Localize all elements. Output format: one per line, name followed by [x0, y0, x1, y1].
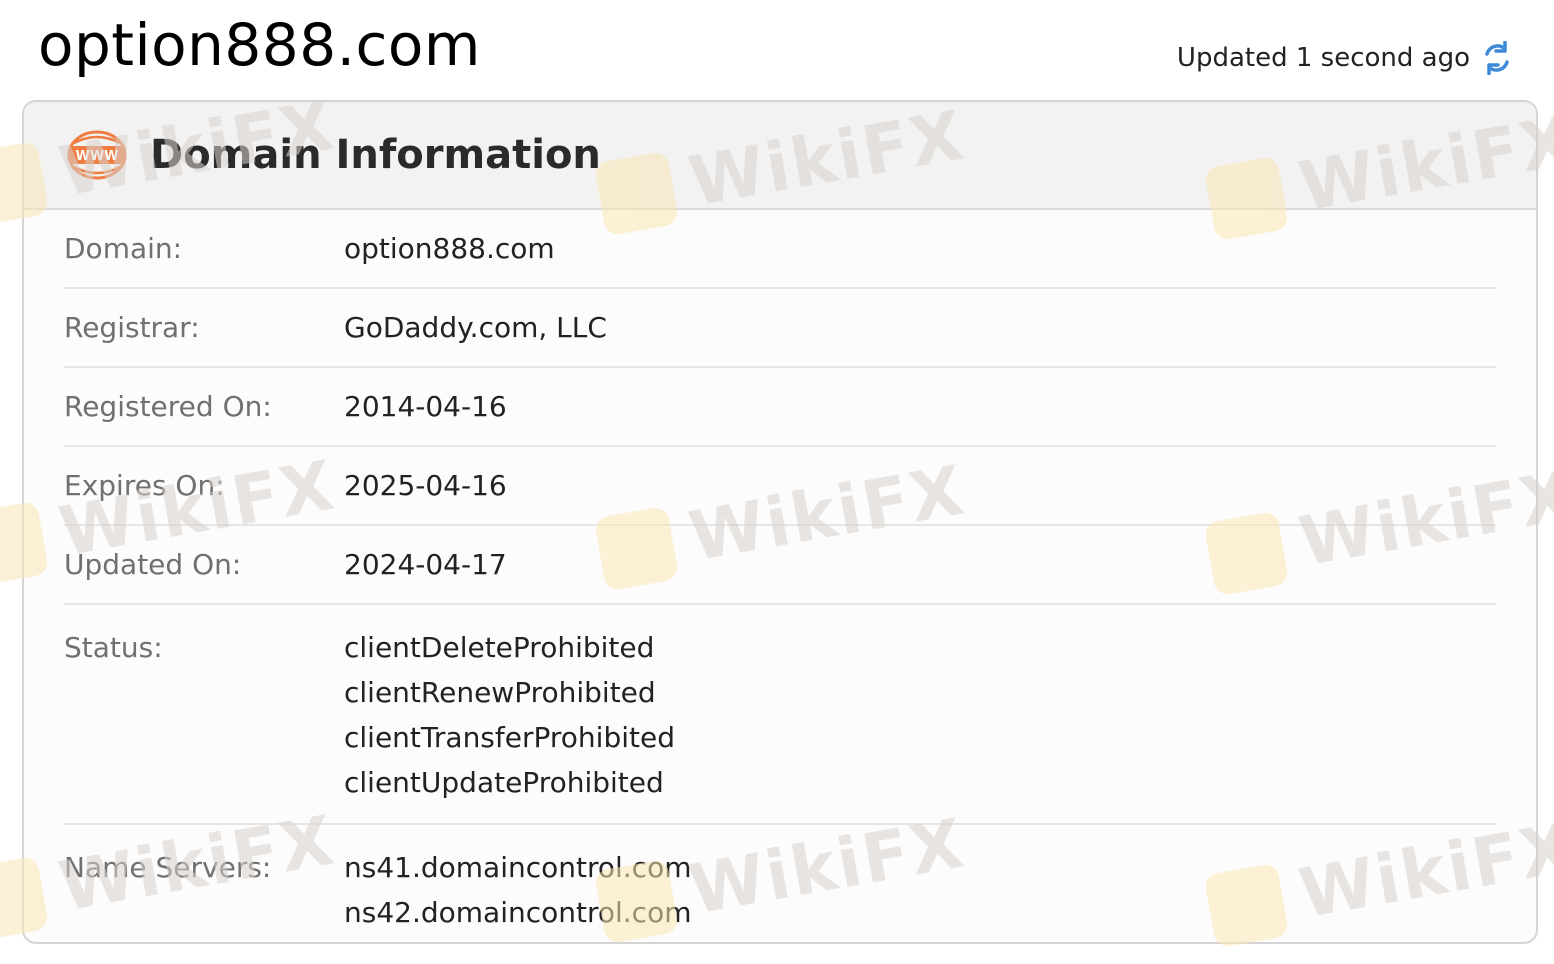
row-value: 2014-04-16	[344, 390, 507, 423]
name-server-list: ns41.domaincontrol.com ns42.domaincontro…	[344, 845, 691, 935]
last-updated: Updated 1 second ago	[1177, 38, 1514, 78]
row-name-servers: Name Servers: ns41.domaincontrol.com ns4…	[64, 825, 1496, 942]
domain-info-card: WWW Domain Information Domain: option888…	[22, 100, 1538, 944]
row-updated-on: Updated On: 2024-04-17	[64, 526, 1496, 605]
domain-info-table: Domain: option888.com Registrar: GoDaddy…	[24, 210, 1536, 942]
row-label: Registered On:	[64, 390, 272, 423]
status-item: clientUpdateProhibited	[344, 766, 664, 799]
status-list: clientDeleteProhibited clientRenewProhib…	[344, 625, 675, 805]
row-expires-on: Expires On: 2025-04-16	[64, 447, 1496, 526]
row-registered-on: Registered On: 2014-04-16	[64, 368, 1496, 447]
row-value: GoDaddy.com, LLC	[344, 311, 607, 344]
svg-text:WWW: WWW	[75, 149, 118, 164]
www-globe-icon: WWW	[66, 129, 128, 181]
row-label: Expires On:	[64, 469, 225, 502]
status-item: clientRenewProhibited	[344, 676, 656, 709]
row-label: Status:	[64, 631, 163, 664]
card-header: WWW Domain Information	[24, 102, 1536, 210]
row-domain: Domain: option888.com	[64, 210, 1496, 289]
refresh-icon	[1485, 41, 1509, 75]
status-item: clientDeleteProhibited	[344, 631, 655, 664]
row-status: Status: clientDeleteProhibited clientRen…	[64, 605, 1496, 825]
page: option888.com Updated 1 second ago WWW D…	[0, 0, 1554, 964]
row-label: Updated On:	[64, 548, 242, 581]
page-title: option888.com	[38, 11, 481, 79]
row-registrar: Registrar: GoDaddy.com, LLC	[64, 289, 1496, 368]
row-label: Domain:	[64, 232, 183, 265]
name-server-item: ns42.domaincontrol.com	[344, 896, 692, 929]
row-label: Name Servers:	[64, 851, 272, 884]
row-value: option888.com	[344, 232, 555, 265]
name-server-item: ns41.domaincontrol.com	[344, 851, 692, 884]
last-updated-text: Updated 1 second ago	[1176, 43, 1470, 73]
row-label: Registrar:	[64, 311, 200, 344]
refresh-button[interactable]	[1480, 41, 1514, 75]
row-value: 2024-04-17	[344, 548, 507, 581]
row-value: 2025-04-16	[344, 469, 507, 502]
status-item: clientTransferProhibited	[344, 721, 675, 754]
card-title: Domain Information	[150, 132, 601, 178]
